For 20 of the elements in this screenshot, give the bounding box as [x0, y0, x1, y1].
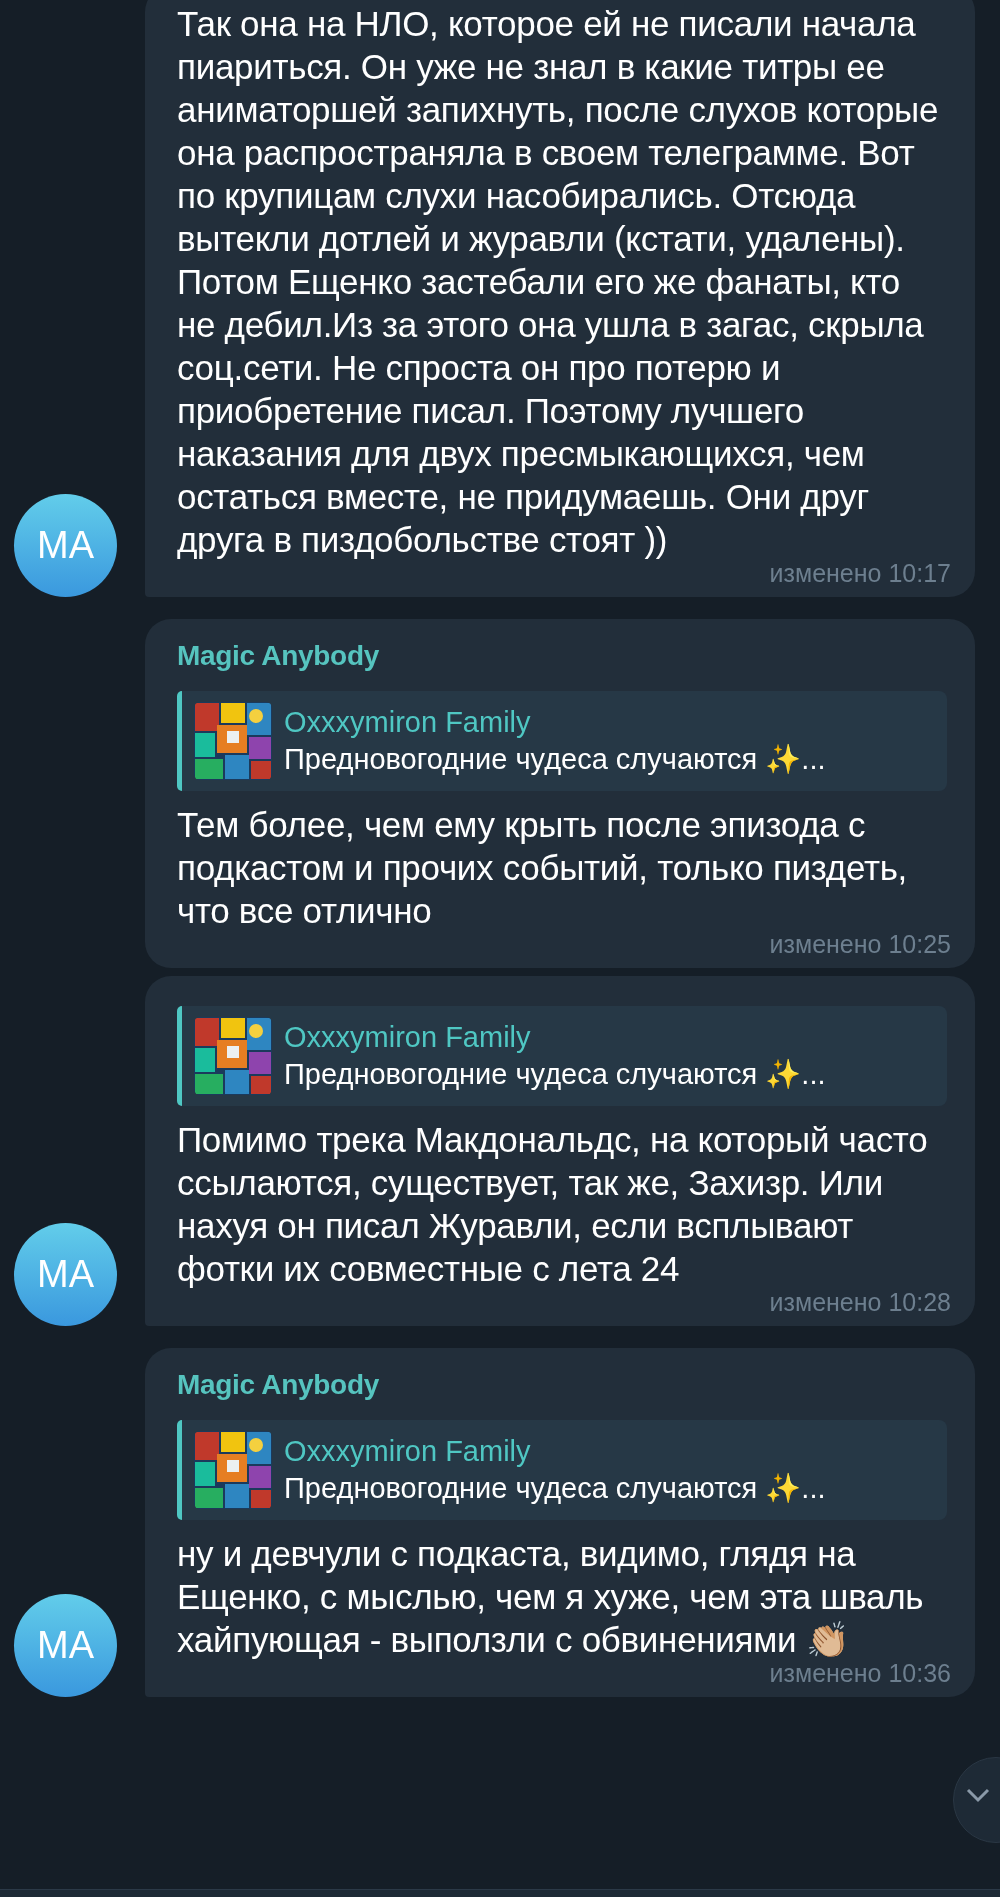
- sender-name[interactable]: Magic Anybody: [177, 1364, 947, 1406]
- message-text: Тем более, чем ему крыть после эпизода с подкастом и прочих событий, только пиздеть, что все отлично: [177, 804, 909, 932]
- edited-timestamp: изменено 10:17: [769, 559, 951, 587]
- reply-text: Предновогодние чудеса случаются ✨...: [284, 1471, 826, 1506]
- message-text: ну и девчули с подкаста, видимо, глядя на Ещенко, с мыслью, чем я хуже, чем эта шваль хайпующая - выползли с обвинениями 👏🏼: [177, 1533, 925, 1661]
- reply-text: Предновогодние чудеса случаются ✨...: [284, 1057, 826, 1092]
- reply-preview[interactable]: Oxxxymiron Family Предновогодние чудеса случаются ✨...: [177, 1420, 947, 1520]
- sender-name[interactable]: Magic Anybody: [177, 635, 947, 677]
- chevron-down-icon: [966, 1788, 990, 1804]
- edited-timestamp: изменено 10:25: [769, 930, 951, 958]
- reply-title: Oxxxymiron Family: [284, 705, 532, 740]
- reply-title: Oxxxymiron Family: [284, 1434, 532, 1469]
- edited-timestamp: изменено 10:28: [769, 1288, 951, 1316]
- reply-preview[interactable]: Oxxxymiron Family Предновогодние чудеса случаются ✨...: [177, 691, 947, 791]
- reply-preview[interactable]: Oxxxymiron Family Предновогодние чудеса случаются ✨...: [177, 1006, 947, 1106]
- edited-timestamp: изменено 10:36: [769, 1659, 951, 1687]
- reply-text: Предновогодние чудеса случаются ✨...: [284, 742, 826, 777]
- message-text: Так она на НЛО, которое ей не писали начала пиариться. Он уже не знал в какие титры ее аниматоршей запихнуть, после слухов которые она распространяла в своем телеграмме. Вот по крупицам слухи насобирались. Отсюда вытекли дотлей и журавли (кстати, удалены). Потом Ещенко застебали его же фанаты, кто не дебил.Из за этого она ушла в загас, скрыла соц.сети. Не спроста он про потерю и приобретение писал. Поэтому лучшего наказания для двух пресмыкающихся, чем остаться вместе, не придумаешь. Они друг друга в пиздобольстве стоят )): [177, 3, 940, 561]
- reply-title: Oxxxymiron Family: [284, 1020, 532, 1055]
- message-text: Помимо трека Макдональдс, на который часто ссылаются, существует, так же, Захизр. Или нахуя он писал Журавли, если всплывают фотки их совместные с лета 24: [177, 1119, 929, 1290]
